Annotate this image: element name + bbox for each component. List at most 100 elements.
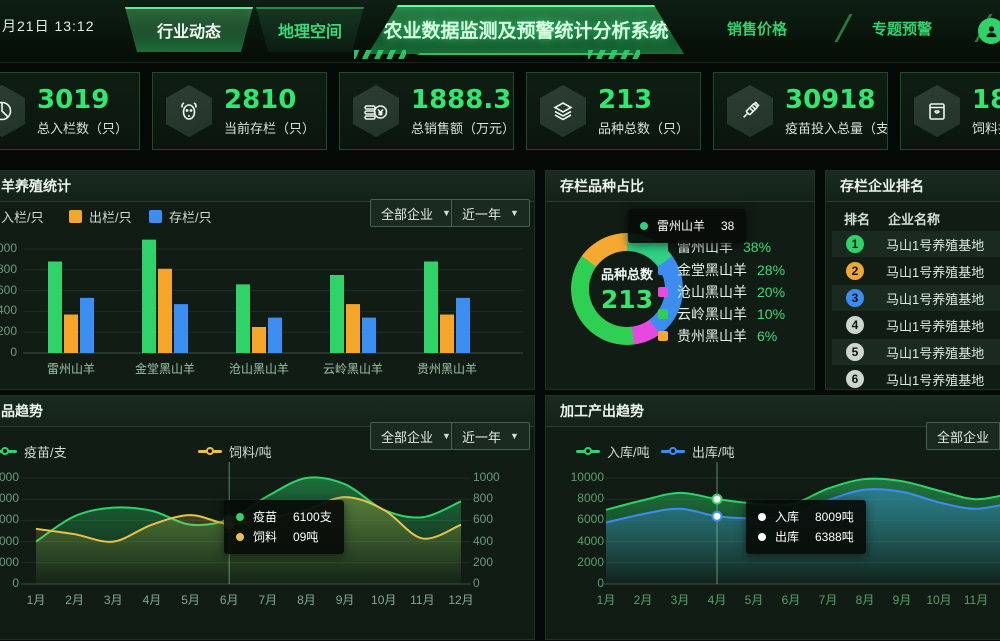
page-title: 农业数据监测及预警统计分析系统 [368, 5, 684, 54]
rank-badge: 6 [846, 370, 864, 388]
axis-label: 0 [0, 576, 19, 590]
axis-label: 0 [473, 576, 523, 590]
axis-label: 4000 [546, 534, 604, 548]
tooltip-value: 38 [721, 216, 734, 236]
axis-label: 1000 [473, 470, 523, 484]
axis-label: 600 [0, 283, 17, 297]
kpi-label: 品种总数（只） [598, 118, 689, 137]
table-row: 2 马山1号养殖基地 [832, 258, 1000, 284]
tooltip-name: 出库 [775, 527, 815, 547]
user-icon[interactable] [978, 18, 1000, 44]
axis-label: 云岭黑山羊 [306, 360, 400, 377]
donut-legend-item[interactable]: 金堂黑山羊 28% [658, 260, 785, 280]
hazard-stripes-right [588, 50, 640, 59]
axis-label: 6000 [0, 512, 19, 526]
axis-label: 600 [473, 512, 523, 526]
axis-label: 11月 [402, 591, 442, 608]
axis-label: 2月 [55, 591, 95, 608]
pie-icon [0, 85, 25, 137]
axis-label: 6月 [209, 591, 249, 608]
axis-label: 11月 [956, 591, 996, 608]
kpi-value: 213 [598, 85, 689, 115]
tooltip-value: 6388吨 [815, 527, 854, 547]
kpi-value: 3019 [37, 85, 128, 115]
tooltip-name: 饲料 [253, 527, 293, 547]
kpi-label: 总入栏数（只） [37, 118, 128, 137]
layers-icon [540, 85, 586, 137]
table-row: 6 马山1号养殖基地 [832, 366, 1000, 392]
axis-label: 0 [546, 576, 604, 590]
axis-label: 3月 [660, 591, 700, 608]
donut-legend-item[interactable]: 沧山黑山羊 20% [658, 282, 785, 302]
company-name: 马山1号养殖基地 [886, 235, 984, 254]
axis-label: 金堂黑山羊 [118, 360, 212, 377]
tooltip-name: 雷州山羊 [657, 216, 721, 236]
axis-label: 10月 [364, 591, 404, 608]
donut-tooltip: 雷州山羊 38 [628, 209, 746, 243]
tooltip-dot [758, 533, 766, 541]
kpi-value: 30918 [785, 85, 887, 115]
axis-label: 2000 [0, 555, 19, 569]
axis-label: 3月 [93, 591, 133, 608]
axis-label: 1月 [16, 591, 56, 608]
axis-label: 2月 [623, 591, 663, 608]
kpi-card-vaccine-total: 30918 疫苗投入总量（支） [713, 72, 888, 150]
tooltip-dot [640, 222, 648, 230]
nav-tab-industry[interactable]: 行业动态 [125, 7, 253, 52]
feed-bag-icon [914, 85, 960, 137]
axis-label: 1月 [586, 591, 626, 608]
company-name: 马山1号养殖基地 [886, 316, 984, 335]
axis-label: 6月 [771, 591, 811, 608]
column-company: 企业名称 [888, 209, 940, 228]
legend-pct: 20% [757, 284, 785, 300]
axis-label: 200 [0, 324, 17, 338]
axis-label: 2000 [546, 555, 604, 569]
axis-label: 8000 [546, 491, 604, 505]
kpi-label: 疫苗投入总量（支） [785, 118, 887, 137]
donut-legend-item[interactable]: 云岭黑山羊 10% [658, 304, 785, 324]
nav-tab-geo[interactable]: 地理空间 [256, 7, 364, 52]
axis-label: 8000 [0, 491, 19, 505]
legend-swatch [658, 309, 668, 319]
legend-swatch [658, 287, 668, 297]
tooltip-value: 8009吨 [815, 507, 854, 527]
nav-tab-warning[interactable]: 专题预警 [872, 18, 932, 39]
kpi-label: 总销售额（万元） [411, 118, 513, 137]
person-glyph [984, 24, 999, 39]
bar-chart-svg [0, 171, 536, 391]
axis-label: 10月 [919, 591, 959, 608]
axis-label: 400 [0, 303, 17, 317]
table-row: 1 马山1号养殖基地 [832, 231, 1000, 257]
axis-label: 雷州山羊 [24, 360, 118, 377]
tooltip-value: 6100支 [293, 507, 332, 527]
axis-label: 12月 [441, 591, 481, 608]
panel-title: 存栏品种占比 [546, 171, 814, 202]
rank-badge: 1 [846, 235, 864, 253]
axis-label: 6000 [546, 512, 604, 526]
donut-legend-item[interactable]: 贵州黑山羊 6% [658, 326, 777, 346]
legend-pct: 6% [757, 328, 777, 344]
company-ranking-panel: 存栏企业排名 排名 企业名称 1 马山1号养殖基地 2 马山1号养殖基地 3 马… [825, 170, 1000, 390]
tooltip-dot [758, 513, 766, 521]
axis-label: 5月 [734, 591, 774, 608]
syringe-icon [727, 85, 773, 137]
legend-label: 沧山黑山羊 [677, 282, 747, 302]
axis-label: 5月 [171, 591, 211, 608]
axis-label: 400 [473, 534, 523, 548]
rank-badge: 5 [846, 343, 864, 361]
donut-center: 品种总数 213 [589, 251, 665, 327]
legend-pct: 28% [757, 262, 785, 278]
axis-label: 沧山黑山羊 [212, 360, 306, 377]
axis-label: 4月 [132, 591, 172, 608]
tooltip-name: 入库 [775, 507, 815, 527]
table-header: 排名 企业名称 [826, 209, 1000, 228]
axis-label: 200 [473, 555, 523, 569]
table-row: 5 马山1号养殖基地 [832, 339, 1000, 365]
nav-tab-price[interactable]: 销售价格 [727, 18, 787, 39]
axis-label: 800 [473, 491, 523, 505]
hazard-stripes-left [354, 50, 406, 59]
axis-label: 1000 [0, 241, 17, 255]
top-nav-bar: 月21日 13:12 行业动态 地理空间 农业数据监测及预警统计分析系统 销售价… [0, 0, 1000, 63]
legend-pct: 38% [743, 239, 771, 255]
legend-label: 云岭黑山羊 [677, 304, 747, 324]
